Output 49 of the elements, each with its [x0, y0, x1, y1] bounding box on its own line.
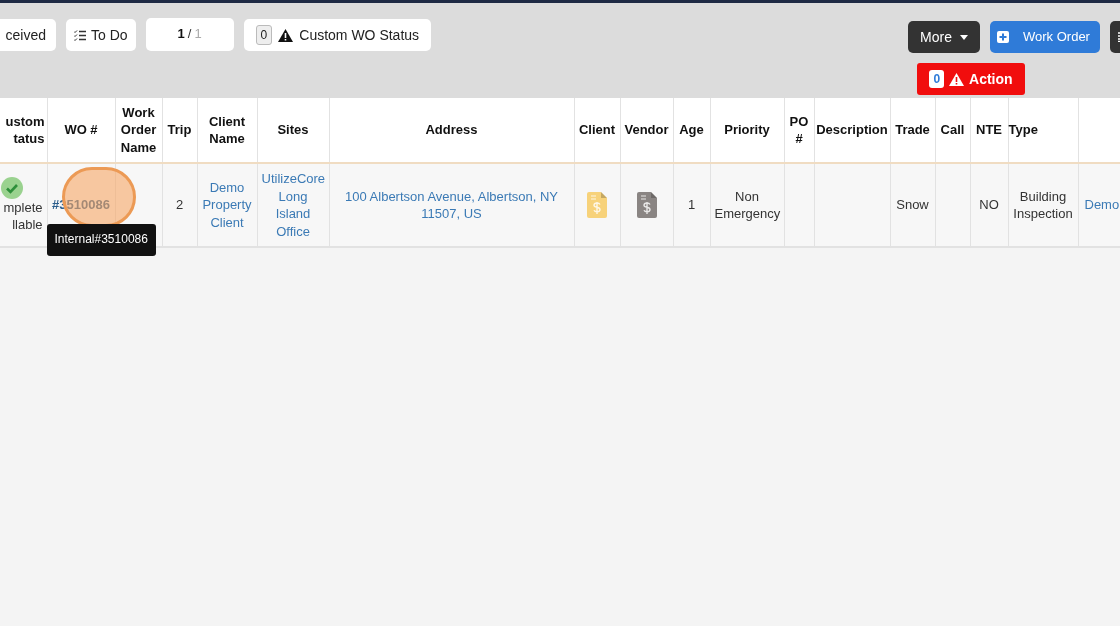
- invoice-document-icon[interactable]: [636, 192, 657, 218]
- plus-square-icon: [997, 31, 1009, 43]
- table-link[interactable]: UtilizeCore Long Island Office: [261, 170, 325, 240]
- table-cell: 2: [175, 197, 184, 213]
- custom-status-button[interactable]: 0 Custom WO Status: [243, 19, 432, 51]
- current-page: 1: [177, 25, 185, 44]
- tooltip: Internal#3510086: [46, 224, 156, 256]
- column-header[interactable]: WO #: [47, 121, 115, 139]
- action-button[interactable]: 0 Action: [917, 63, 1025, 95]
- column-header[interactable]: PO #: [784, 112, 814, 148]
- column-header[interactable]: Trip: [162, 121, 197, 139]
- custom-status-label: Custom WO Status: [299, 25, 420, 45]
- more-button[interactable]: More: [908, 21, 980, 53]
- warning-icon: [278, 28, 294, 42]
- table-link[interactable]: Demo: [1084, 196, 1120, 214]
- column-header[interactable]: Sites: [257, 121, 329, 139]
- table-cell: 1: [687, 197, 696, 213]
- todo-button[interactable]: To Do: [66, 19, 136, 51]
- warning-icon: [949, 72, 965, 86]
- column-header[interactable]: NTE: [970, 121, 1008, 139]
- column-header[interactable]: Type: [1008, 121, 1078, 139]
- column-header[interactable]: Trade: [890, 121, 935, 139]
- action-label: Action: [969, 69, 1013, 89]
- column-header[interactable]: Call: [935, 121, 970, 139]
- page-separator: /: [187, 25, 192, 44]
- caret-icon: [959, 34, 968, 40]
- checklist-icon: [74, 29, 86, 41]
- column-header[interactable]: Description: [814, 121, 890, 139]
- check-circle-icon: [0, 176, 23, 199]
- column-header[interactable]: Priority: [710, 121, 784, 139]
- status-filter-button[interactable]: ceived: [0, 19, 56, 51]
- column-header[interactable]: Client: [574, 121, 620, 139]
- count-badge: 0: [929, 70, 945, 88]
- column-header[interactable]: Address: [329, 121, 574, 139]
- table-cell: NO: [979, 197, 999, 213]
- status-text: mplete llable: [3, 198, 43, 234]
- table-link[interactable]: Demo Property Client: [201, 178, 253, 232]
- column-header[interactable]: Vendor: [620, 121, 673, 139]
- total-pages: 1: [194, 25, 202, 44]
- column-header[interactable]: Client Name: [197, 112, 257, 148]
- column-header[interactable]: Age: [673, 121, 710, 139]
- table-link[interactable]: 100 Albertson Avenue, Albertson, NY 11507, US: [333, 187, 570, 223]
- table-cell: Snow: [896, 197, 929, 213]
- column-header[interactable]: ustom tatus: [0, 112, 45, 148]
- column-header[interactable]: Work Order Name: [115, 103, 162, 157]
- table-cell: Non Emergency: [714, 188, 781, 221]
- table-cell: Building Inspection: [1013, 188, 1073, 221]
- count-badge: 0: [255, 25, 273, 45]
- new-work-order-button[interactable]: Work Order: [990, 21, 1100, 53]
